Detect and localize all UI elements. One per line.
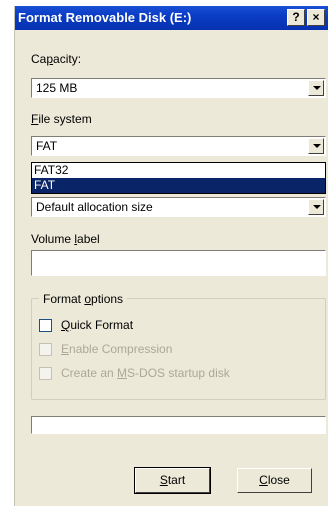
file-system-select[interactable]: FAT bbox=[31, 136, 326, 156]
chevron-down-icon[interactable] bbox=[308, 80, 324, 96]
list-item-fat32[interactable]: FAT32 bbox=[32, 163, 325, 178]
enable-compression-label: Enable Compression bbox=[61, 342, 173, 356]
quick-format-checkbox[interactable] bbox=[39, 319, 52, 332]
quick-format-label[interactable]: Quick Format bbox=[61, 318, 133, 332]
title-bar[interactable]: Format Removable Disk (E:) ? × bbox=[15, 6, 328, 30]
progress-bar bbox=[31, 416, 326, 434]
file-system-dropdown-list: FAT32 FAT bbox=[31, 162, 326, 194]
allocation-unit-select[interactable]: Default allocation size bbox=[31, 197, 326, 217]
format-options-legend: Format options bbox=[39, 292, 128, 306]
allocation-value: Default allocation size bbox=[36, 200, 153, 214]
volume-label-label: Volume label bbox=[31, 232, 100, 246]
capacity-select[interactable]: 125 MB bbox=[31, 78, 326, 98]
chevron-down-icon[interactable] bbox=[308, 138, 324, 154]
window-title: Format Removable Disk (E:) bbox=[18, 10, 192, 25]
startup-disk-checkbox bbox=[39, 367, 52, 380]
help-button[interactable]: ? bbox=[287, 9, 305, 26]
list-item-fat[interactable]: FAT bbox=[32, 178, 325, 193]
capacity-value: 125 MB bbox=[36, 81, 78, 95]
enable-compression-checkbox bbox=[39, 343, 52, 356]
chevron-down-icon[interactable] bbox=[308, 199, 324, 215]
close-window-button[interactable]: × bbox=[307, 9, 325, 26]
startup-disk-label: Create an MS-DOS startup disk bbox=[61, 366, 230, 380]
file-system-value: FAT bbox=[36, 139, 58, 153]
capacity-label: Capacity: bbox=[31, 52, 82, 66]
format-dialog: Format Removable Disk (E:) ? × Capacity:… bbox=[14, 6, 328, 506]
volume-label-input[interactable] bbox=[31, 250, 326, 276]
file-system-label: File system bbox=[31, 112, 92, 126]
start-button[interactable]: Start bbox=[134, 467, 211, 494]
close-button[interactable]: Close bbox=[237, 468, 312, 493]
